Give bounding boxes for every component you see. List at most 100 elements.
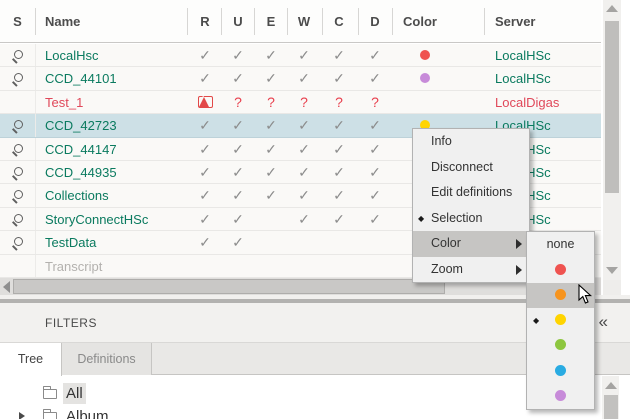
search-icon[interactable] [0, 138, 35, 161]
flag-check-icon: ✓ [188, 231, 222, 254]
scroll-up-icon[interactable] [606, 5, 618, 12]
scrollbar-corner [603, 280, 621, 295]
flag-check-icon: ✓ [322, 208, 356, 231]
column-divider [35, 67, 36, 89]
flag-check-icon: ✓ [254, 161, 288, 184]
flag-check-icon: ✓ [358, 161, 392, 184]
table-header: S Name R U E W C D Color Server [0, 0, 601, 43]
horizontal-scroll-thumb[interactable] [13, 279, 445, 294]
color-option-none[interactable]: none [527, 232, 594, 257]
color-option-green[interactable] [527, 333, 594, 358]
flag-check-icon: ✓ [221, 208, 255, 231]
flag-check-icon: ✓ [221, 114, 255, 137]
header-d[interactable]: D [358, 0, 392, 43]
tree-item-all[interactable]: All [0, 383, 400, 405]
header-server[interactable]: Server [495, 0, 535, 43]
flag-check-icon: ✓ [287, 208, 321, 231]
menu-item-selection[interactable]: Selection◆ [413, 206, 529, 232]
flag-check-icon: ✓ [188, 184, 222, 207]
color-dot-purple [555, 390, 566, 401]
header-c[interactable]: C [322, 0, 356, 43]
flag-check-icon: ✓ [188, 114, 222, 137]
flag-check-icon: ✓ [221, 184, 255, 207]
table-vertical-scrollbar[interactable] [603, 0, 621, 280]
flag-check-icon: ✓ [358, 208, 392, 231]
search-icon[interactable] [0, 208, 35, 231]
header-s[interactable]: S [0, 0, 35, 43]
filters-title: FILTERS [45, 303, 97, 343]
collapse-panel-icon[interactable]: « [599, 303, 608, 343]
header-color[interactable]: Color [403, 0, 437, 43]
menu-item-disconnect[interactable]: Disconnect [413, 155, 529, 181]
tree-item-album[interactable]: Album [0, 406, 400, 419]
table-row[interactable]: LocalHsc✓✓✓✓✓✓LocalHSc [0, 44, 601, 67]
tree-vertical-scrollbar[interactable] [602, 376, 619, 419]
flag-check-icon: ✓ [287, 67, 321, 90]
submenu-arrow-icon [516, 265, 522, 275]
column-divider [35, 161, 36, 183]
flag-check-icon: ✓ [358, 138, 392, 161]
flag-check-icon: ✓ [322, 114, 356, 137]
flag-check-icon: ✓ [322, 67, 356, 90]
row-name: TestData [45, 231, 187, 254]
row-name: StoryConnectHSc [45, 208, 187, 231]
tab-tree[interactable]: Tree [0, 343, 62, 376]
flag-check-icon: ✓ [287, 44, 321, 67]
tree-scroll-thumb[interactable] [604, 395, 618, 419]
row-name: Test_1 [45, 91, 187, 114]
color-submenu: none ◆ [526, 231, 595, 410]
mouse-cursor-icon [578, 284, 593, 306]
table-row[interactable]: Test_1?????LocalDigas [0, 91, 601, 114]
color-dot-orange [555, 289, 566, 300]
search-icon[interactable] [0, 44, 35, 67]
scroll-down-icon[interactable] [606, 267, 618, 274]
menu-item-color[interactable]: Color [413, 231, 529, 257]
header-name[interactable]: Name [45, 0, 80, 43]
flag-check-icon: ✓ [287, 184, 321, 207]
row-name: CCD_44101 [45, 67, 187, 90]
flag-question-icon: ? [287, 91, 321, 114]
tree-item-label: All [63, 383, 86, 404]
flag-check-icon: ✓ [254, 44, 288, 67]
row-name: CCD_44147 [45, 138, 187, 161]
header-e[interactable]: E [254, 0, 288, 43]
color-dot-green [555, 339, 566, 350]
vertical-scroll-thumb[interactable] [605, 21, 619, 193]
color-option-yellow[interactable]: ◆ [527, 308, 594, 333]
header-w[interactable]: W [287, 0, 321, 43]
menu-item-info[interactable]: Info [413, 129, 529, 155]
color-option-blue[interactable] [527, 358, 594, 383]
column-divider [35, 231, 36, 253]
flag-check-icon: ✓ [322, 161, 356, 184]
row-color-dot [392, 44, 484, 67]
submenu-arrow-icon [516, 239, 522, 249]
column-divider [35, 114, 36, 136]
flag-check-icon: ✓ [287, 161, 321, 184]
expand-arrow-icon [19, 412, 25, 419]
search-icon[interactable] [0, 184, 35, 207]
scroll-left-icon[interactable] [3, 281, 10, 293]
flag-check-icon: ✓ [221, 138, 255, 161]
flag-check-icon: ✓ [188, 44, 222, 67]
flag-check-icon: ✓ [221, 67, 255, 90]
search-icon[interactable] [0, 161, 35, 184]
search-icon[interactable] [0, 231, 35, 254]
color-option-red[interactable] [527, 257, 594, 282]
flag-check-icon: ✓ [188, 161, 222, 184]
flag-check-icon: ✓ [188, 67, 222, 90]
tab-definitions[interactable]: Definitions [62, 343, 152, 375]
flag-check-icon: ✓ [254, 138, 288, 161]
column-divider [35, 208, 36, 230]
row-name: Collections [45, 184, 187, 207]
tree-scroll-up-icon[interactable] [605, 382, 617, 389]
header-r[interactable]: R [188, 0, 222, 43]
search-icon[interactable] [0, 67, 35, 90]
menu-item-zoom[interactable]: Zoom [413, 257, 529, 283]
flag-question-icon: ? [254, 91, 288, 114]
color-option-purple[interactable] [527, 384, 594, 409]
search-icon[interactable] [0, 114, 35, 137]
header-u[interactable]: U [221, 0, 255, 43]
row-name: Transcript [45, 255, 187, 278]
menu-item-edit-definitions[interactable]: Edit definitions [413, 180, 529, 206]
table-row[interactable]: CCD_44101✓✓✓✓✓✓LocalHSc [0, 67, 601, 90]
